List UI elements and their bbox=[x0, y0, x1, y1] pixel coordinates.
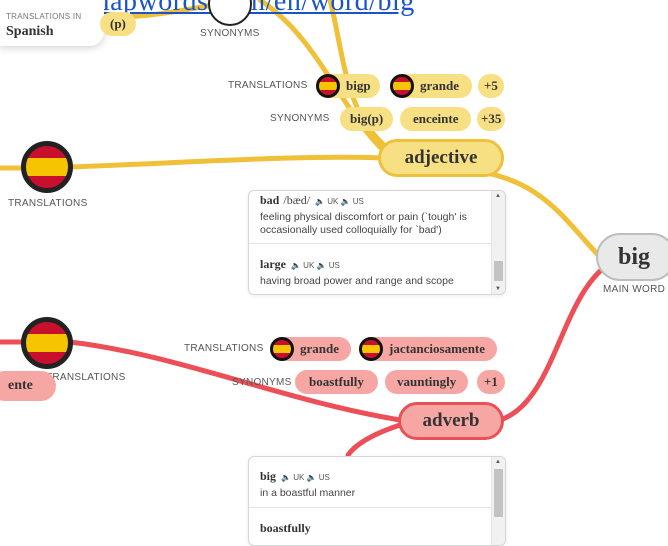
adjective-synonyms-more-button[interactable]: +35 bbox=[477, 107, 506, 131]
scrollbar[interactable]: ▲ ▼ bbox=[491, 191, 505, 294]
adjective-node[interactable]: adjective bbox=[378, 139, 504, 177]
divider bbox=[249, 507, 491, 508]
top-partial-pill[interactable]: (p) bbox=[100, 12, 136, 36]
scrollbar-thumb[interactable] bbox=[494, 261, 503, 281]
top-synonyms-label: SYNONYMS bbox=[200, 28, 260, 39]
adverb-synonym-text: boastfully bbox=[309, 374, 364, 389]
definition-text: in a boastful manner bbox=[260, 487, 356, 499]
adjective-synonym-pill[interactable]: enceinte bbox=[400, 107, 472, 131]
adverb-translations-label: TRANSLATIONS bbox=[184, 343, 264, 354]
adjective-synonym-pill[interactable]: big(p) bbox=[340, 107, 394, 131]
adjective-translation-text: bigp bbox=[346, 78, 371, 93]
definition-word: bad bbox=[260, 193, 280, 207]
definition-word: large bbox=[260, 257, 286, 271]
definition-entry: large 🔈 UK 🔈 US having broad power and ra… bbox=[260, 255, 485, 288]
adverb-translation-text: grande bbox=[300, 341, 339, 356]
adverb-synonym-pill[interactable]: vauntingly bbox=[385, 370, 469, 394]
adverb-synonyms-label: SYNONYMS bbox=[232, 377, 292, 388]
definition-entry: bad/bæd/ 🔈 UK 🔈 US feeling physical disco… bbox=[260, 191, 485, 237]
adjective-translations-more-text: +5 bbox=[484, 78, 498, 93]
audio-pronunciation-icons[interactable]: 🔈 UK 🔈 US bbox=[281, 473, 330, 482]
definition-entry: big 🔈 UK 🔈 US in a boastful manner bbox=[260, 467, 485, 500]
adjective-translation-text: grande bbox=[420, 78, 459, 93]
adjective-synonym-text: big(p) bbox=[350, 111, 384, 126]
adjective-translations-flag-icon[interactable] bbox=[21, 141, 73, 193]
adjective-translations-more-button[interactable]: +5 bbox=[478, 74, 504, 98]
divider bbox=[249, 243, 491, 244]
definition-word: boastfully bbox=[260, 521, 311, 535]
adverb-node-label: adverb bbox=[422, 410, 480, 431]
adjective-synonym-text: enceinte bbox=[413, 111, 459, 126]
spain-flag-icon bbox=[270, 337, 294, 361]
scroll-up-icon[interactable]: ▲ bbox=[495, 459, 501, 465]
adverb-translation-pill[interactable]: jactanciosamente bbox=[359, 337, 498, 361]
scroll-down-icon[interactable]: ▼ bbox=[495, 286, 501, 292]
adjective-node-label: adjective bbox=[404, 147, 478, 168]
adjective-synonyms-more-text: +35 bbox=[481, 111, 502, 126]
adjective-translations-label: TRANSLATIONS bbox=[228, 80, 308, 91]
main-word-text: big bbox=[618, 243, 651, 270]
scroll-up-icon[interactable]: ▲ bbox=[495, 193, 501, 199]
adverb-synonyms-more-button[interactable]: +1 bbox=[477, 370, 505, 394]
definition-word: big bbox=[260, 469, 277, 483]
spain-flag-icon bbox=[316, 74, 340, 98]
adverb-definitions-panel[interactable]: big 🔈 UK 🔈 US in a boastful manner boastf… bbox=[248, 456, 506, 546]
adverb-synonym-pill[interactable]: boastfully bbox=[295, 370, 378, 394]
audio-pronunciation-icons[interactable]: 🔈 UK 🔈 US bbox=[291, 261, 340, 270]
adjective-definitions-panel[interactable]: bad/bæd/ 🔈 UK 🔈 US feeling physical disco… bbox=[248, 190, 506, 295]
adverb-translation-pill[interactable]: grande bbox=[270, 337, 351, 361]
scrollbar-thumb[interactable] bbox=[494, 469, 503, 517]
adverb-synonym-text: vauntingly bbox=[397, 374, 457, 389]
adverb-synonyms-more-text: +1 bbox=[484, 374, 498, 389]
main-word-label: MAIN WORD bbox=[603, 284, 666, 295]
link-adverb-definitions bbox=[345, 422, 403, 458]
audio-pronunciation-icons[interactable]: 🔈 UK 🔈 US bbox=[315, 197, 364, 206]
definition-ipa: /bæd/ bbox=[283, 193, 311, 207]
link-adverb-main bbox=[497, 254, 625, 423]
top-partial-pill-text: (p) bbox=[110, 16, 126, 31]
adjective-translation-pill[interactable]: grande bbox=[390, 74, 472, 98]
adverb-translation-text: jactanciosamente bbox=[389, 341, 486, 356]
adjective-left-translations-label: TRANSLATIONS bbox=[8, 198, 88, 209]
definition-text: having broad power and range and scope bbox=[260, 275, 454, 287]
language-name: Spanish bbox=[6, 24, 54, 39]
translations-language-card[interactable]: TRANSLATIONS IN Spanish bbox=[0, 0, 104, 46]
spain-flag-icon bbox=[359, 337, 383, 361]
adjective-synonyms-label: SYNONYMS bbox=[270, 113, 330, 124]
main-word-node[interactable]: big bbox=[596, 233, 668, 281]
adverb-node[interactable]: adverb bbox=[398, 402, 504, 440]
definition-text: feeling physical discomfort or pain (`to… bbox=[260, 211, 467, 236]
adverb-left-partial-text: ente bbox=[8, 378, 33, 393]
adverb-left-partial-pill[interactable]: ente bbox=[0, 371, 56, 401]
definition-entry: boastfully bbox=[260, 519, 485, 537]
spain-flag-icon bbox=[390, 74, 414, 98]
adverb-translations-flag-icon[interactable] bbox=[21, 317, 73, 369]
adverb-left-translations-label: TRANSLATIONS bbox=[46, 372, 126, 383]
link-adjective-translations-left bbox=[67, 154, 388, 170]
scrollbar[interactable]: ▲ bbox=[491, 457, 505, 545]
translations-in-label: TRANSLATIONS IN bbox=[6, 12, 82, 21]
adjective-translation-pill[interactable]: bigp bbox=[316, 74, 380, 98]
